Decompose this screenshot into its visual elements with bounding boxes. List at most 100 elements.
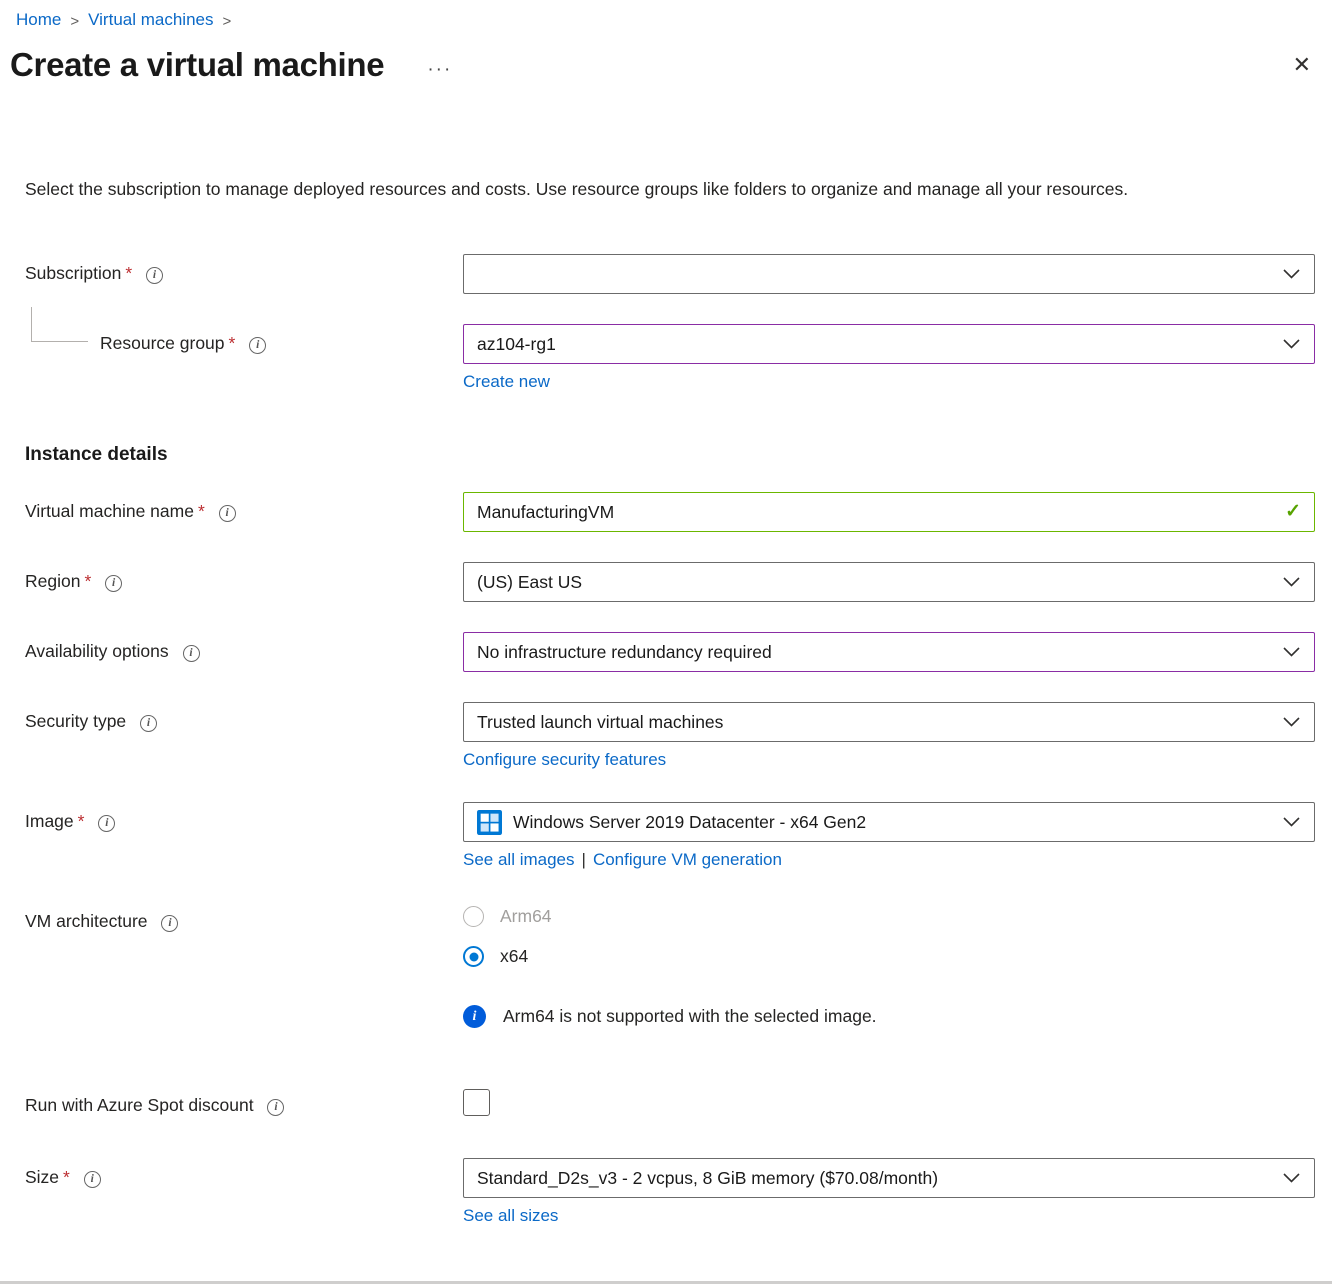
region-label: Region: [25, 571, 80, 591]
required-asterisk: *: [78, 811, 85, 831]
radio-x64[interactable]: x64: [463, 946, 1315, 967]
info-icon[interactable]: i: [105, 575, 122, 592]
configure-security-features-link[interactable]: Configure security features: [463, 750, 666, 769]
resource-group-label: Resource group: [100, 333, 225, 353]
breadcrumb-separator-icon: >: [70, 13, 79, 30]
basics-form: Subscription* i Resource group* i az104-…: [25, 254, 1315, 1226]
create-new-link[interactable]: Create new: [463, 372, 550, 391]
chevron-down-icon: [1283, 717, 1300, 727]
arch-info-row: i Arm64 is not supported with the select…: [25, 1001, 1315, 1028]
field-region: Region* i (US) East US: [25, 562, 1315, 602]
security-type-value: Trusted launch virtual machines: [477, 712, 723, 733]
required-asterisk: *: [198, 501, 205, 521]
info-filled-icon: i: [463, 1005, 486, 1028]
more-options-icon[interactable]: ···: [427, 59, 452, 81]
configure-vm-generation-link[interactable]: Configure VM generation: [593, 850, 782, 869]
radio-button-icon: [463, 906, 484, 927]
info-icon[interactable]: i: [161, 915, 178, 932]
field-availability-options: Availability options i No infrastructure…: [25, 632, 1315, 672]
security-type-dropdown[interactable]: Trusted launch virtual machines: [463, 702, 1315, 742]
title-row: Create a virtual machine ··· ✕: [10, 46, 1315, 84]
field-image: Image* i Windows Server 2019 Datacenter …: [25, 802, 1315, 870]
windows-logo-icon: [477, 810, 502, 835]
radio-button-selected-icon: [463, 946, 484, 967]
spot-checkbox[interactable]: [463, 1089, 490, 1116]
region-value: (US) East US: [477, 572, 582, 593]
see-all-images-link[interactable]: See all images: [463, 850, 575, 869]
page-title: Create a virtual machine: [10, 46, 384, 84]
security-type-label-group: Security type i: [25, 702, 463, 770]
info-icon[interactable]: i: [267, 1099, 284, 1116]
region-dropdown[interactable]: (US) East US: [463, 562, 1315, 602]
size-value: Standard_D2s_v3 - 2 vcpus, 8 GiB memory …: [477, 1168, 938, 1189]
availability-options-value: No infrastructure redundancy required: [477, 642, 772, 663]
security-type-label: Security type: [25, 711, 126, 731]
radio-arm64-label: Arm64: [500, 906, 552, 927]
field-vm-name: Virtual machine name* i ✓: [25, 492, 1315, 532]
close-icon[interactable]: ✕: [1289, 50, 1315, 80]
breadcrumb-separator-icon: >: [222, 13, 231, 30]
image-label-group: Image* i: [25, 802, 463, 870]
resource-group-label-group: Resource group* i: [25, 324, 463, 392]
breadcrumb-home[interactable]: Home: [16, 10, 61, 30]
resource-group-dropdown[interactable]: az104-rg1: [463, 324, 1315, 364]
info-icon[interactable]: i: [219, 505, 236, 522]
breadcrumb-virtual-machines[interactable]: Virtual machines: [88, 10, 213, 30]
instance-details-heading: Instance details: [25, 444, 1315, 466]
subscription-label-group: Subscription* i: [25, 254, 463, 294]
required-asterisk: *: [84, 571, 91, 591]
intro-text: Select the subscription to manage deploy…: [25, 174, 1287, 205]
info-icon[interactable]: i: [183, 645, 200, 662]
subscription-label: Subscription: [25, 263, 121, 283]
spot-label: Run with Azure Spot discount: [25, 1095, 254, 1115]
spot-label-group: Run with Azure Spot discount i: [25, 1086, 463, 1116]
vm-name-label-group: Virtual machine name* i: [25, 492, 463, 532]
field-resource-group: Resource group* i az104-rg1 Create new: [25, 324, 1315, 392]
info-icon[interactable]: i: [84, 1171, 101, 1188]
size-dropdown[interactable]: Standard_D2s_v3 - 2 vcpus, 8 GiB memory …: [463, 1158, 1315, 1198]
link-separator: |: [582, 850, 586, 869]
info-message: i Arm64 is not supported with the select…: [463, 1001, 1315, 1028]
field-size: Size* i Standard_D2s_v3 - 2 vcpus, 8 GiB…: [25, 1158, 1315, 1226]
subscription-dropdown[interactable]: [463, 254, 1315, 294]
required-asterisk: *: [229, 333, 236, 353]
info-icon[interactable]: i: [98, 815, 115, 832]
resource-group-value: az104-rg1: [477, 334, 556, 355]
tree-connector-line: [31, 307, 88, 342]
field-spot-discount: Run with Azure Spot discount i: [25, 1086, 1315, 1116]
size-label-group: Size* i: [25, 1158, 463, 1226]
field-security-type: Security type i Trusted launch virtual m…: [25, 702, 1315, 770]
chevron-down-icon: [1283, 1173, 1300, 1183]
create-vm-page: Home > Virtual machines > Create a virtu…: [0, 0, 1332, 1226]
required-asterisk: *: [63, 1167, 70, 1187]
image-value: Windows Server 2019 Datacenter - x64 Gen…: [513, 812, 866, 833]
radio-x64-label: x64: [500, 946, 528, 967]
info-icon[interactable]: i: [140, 715, 157, 732]
radio-arm64[interactable]: Arm64: [463, 906, 1315, 927]
valid-check-icon: ✓: [1285, 500, 1301, 523]
chevron-down-icon: [1283, 647, 1300, 657]
vm-architecture-label-group: VM architecture i: [25, 902, 463, 967]
field-vm-architecture: VM architecture i Arm64 x64: [25, 902, 1315, 967]
image-dropdown[interactable]: Windows Server 2019 Datacenter - x64 Gen…: [463, 802, 1315, 842]
required-asterisk: *: [125, 263, 132, 283]
empty-label-spacer: [25, 1001, 463, 1028]
info-icon[interactable]: i: [146, 267, 163, 284]
info-message-text: Arm64 is not supported with the selected…: [503, 1006, 877, 1027]
chevron-down-icon: [1283, 577, 1300, 587]
info-icon[interactable]: i: [249, 337, 266, 354]
field-subscription: Subscription* i: [25, 254, 1315, 294]
vm-name-label: Virtual machine name: [25, 501, 194, 521]
chevron-down-icon: [1283, 339, 1300, 349]
chevron-down-icon: [1283, 269, 1300, 279]
image-label: Image: [25, 811, 74, 831]
availability-options-label: Availability options: [25, 641, 169, 661]
region-label-group: Region* i: [25, 562, 463, 602]
vm-name-input[interactable]: [463, 492, 1315, 532]
breadcrumb: Home > Virtual machines >: [16, 10, 1315, 30]
see-all-sizes-link[interactable]: See all sizes: [463, 1206, 558, 1225]
vm-architecture-label: VM architecture: [25, 911, 148, 931]
size-label: Size: [25, 1167, 59, 1187]
chevron-down-icon: [1283, 817, 1300, 827]
availability-options-dropdown[interactable]: No infrastructure redundancy required: [463, 632, 1315, 672]
